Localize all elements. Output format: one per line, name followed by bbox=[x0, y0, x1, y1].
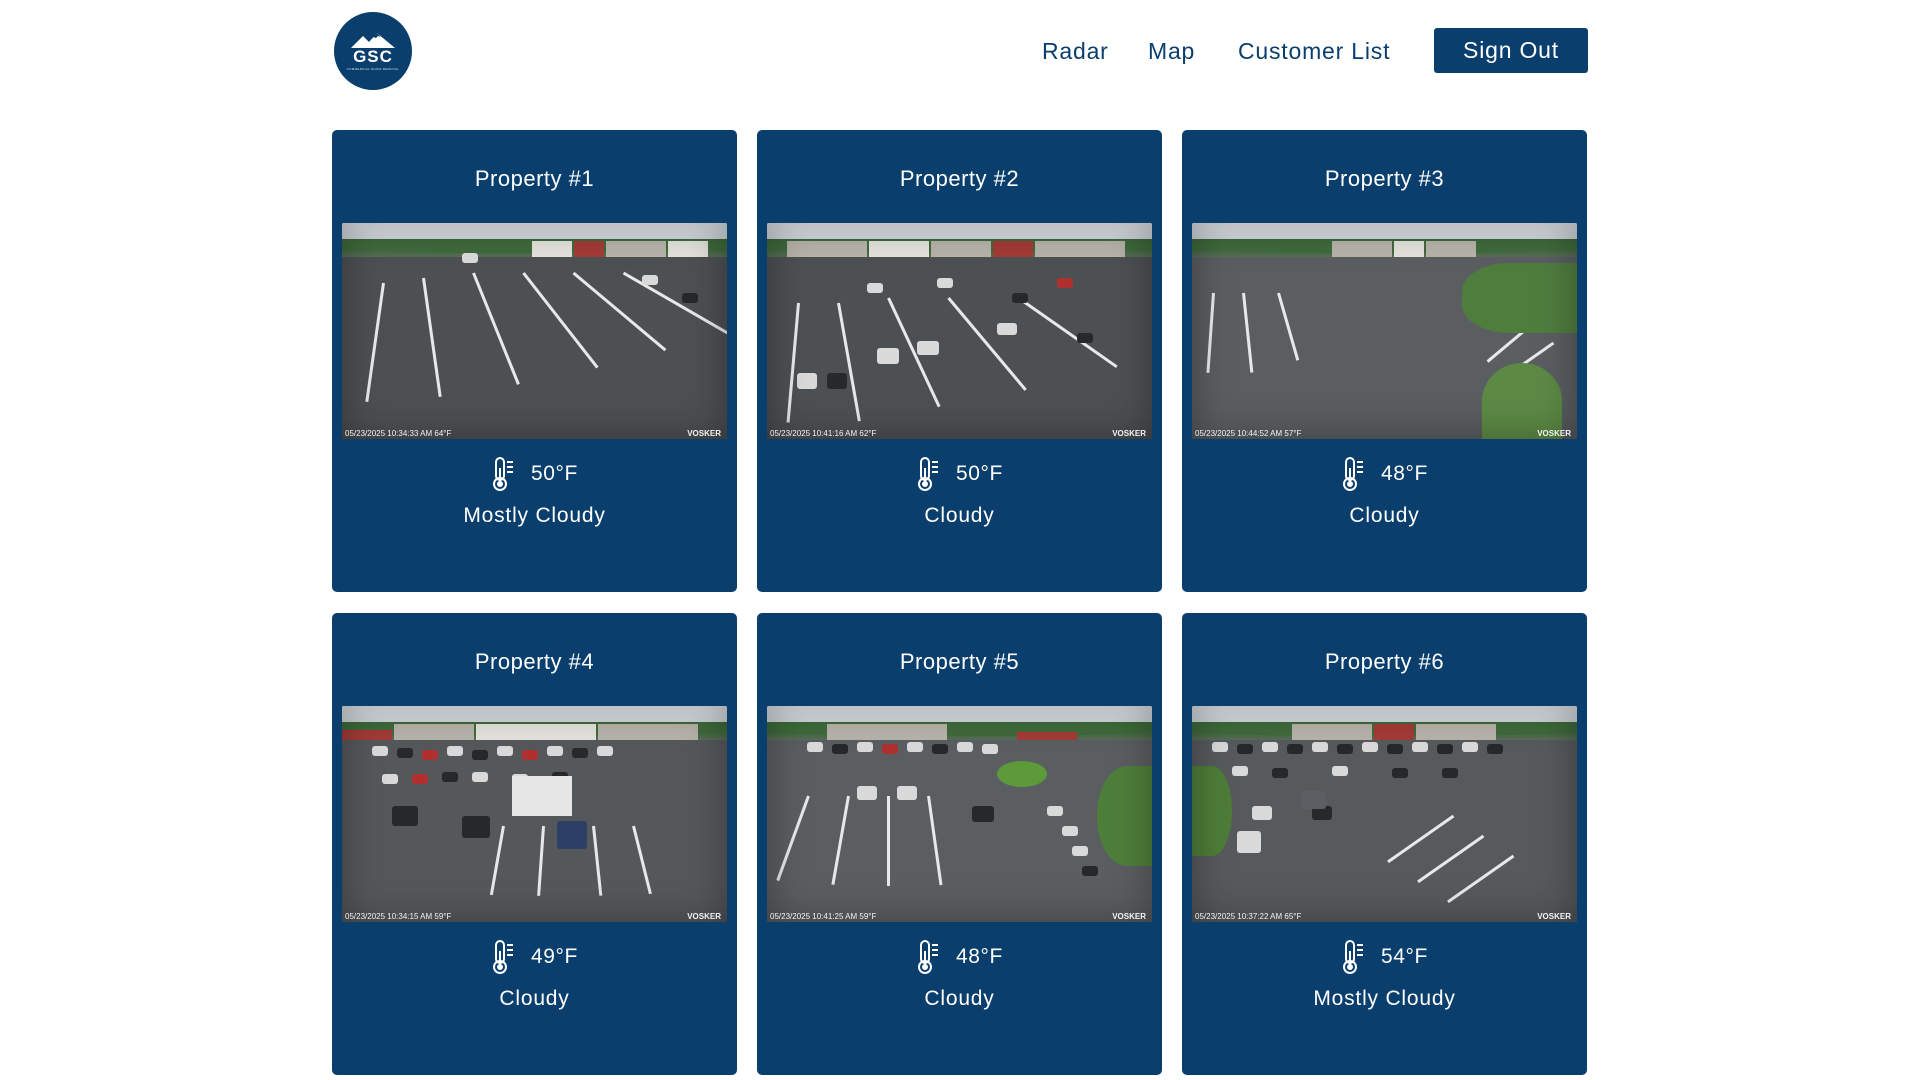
property-title: Property #2 bbox=[899, 166, 1020, 191]
camera-brand: VOSKER bbox=[1112, 429, 1146, 438]
camera-timestamp: 05/23/2025 10:41:16 AM 62°F bbox=[770, 429, 877, 438]
thermometer-icon bbox=[918, 457, 938, 491]
temperature-row: 48°F bbox=[1182, 456, 1587, 492]
camera-brand: VOSKER bbox=[1112, 912, 1146, 921]
weather-condition: Cloudy bbox=[924, 504, 995, 527]
camera-timestamp: 05/23/2025 10:44:52 AM 57°F bbox=[1195, 429, 1302, 438]
weather-condition: Mostly Cloudy bbox=[1313, 987, 1456, 1010]
temperature-value: 48°F bbox=[956, 945, 1003, 968]
thermometer-icon bbox=[918, 940, 938, 974]
property-camera-image[interactable]: 05/23/2025 10:37:22 AM 65°F VOSKER bbox=[1192, 706, 1577, 922]
property-card[interactable]: Property #2 05/23/2025 10:41:16 AM 62°F … bbox=[757, 130, 1162, 592]
weather-condition: Cloudy bbox=[924, 987, 995, 1010]
temperature-value: 48°F bbox=[1381, 462, 1428, 485]
property-camera-image[interactable]: 05/23/2025 10:34:33 AM 64°F VOSKER bbox=[342, 223, 727, 439]
temperature-row: 50°F bbox=[757, 456, 1162, 492]
property-camera-image[interactable]: 05/23/2025 10:41:16 AM 62°F VOSKER bbox=[767, 223, 1152, 439]
thermometer-icon bbox=[493, 457, 513, 491]
thermometer-icon bbox=[493, 940, 513, 974]
property-title: Property #1 bbox=[474, 166, 595, 191]
temperature-row: 54°F bbox=[1182, 939, 1587, 975]
property-grid: Property #1 05/23/2025 10:34:33 AM 64°F … bbox=[0, 0, 1920, 1080]
temperature-value: 50°F bbox=[531, 462, 578, 485]
property-title: Property #6 bbox=[1324, 649, 1445, 674]
camera-timestamp: 05/23/2025 10:37:22 AM 65°F bbox=[1195, 912, 1302, 921]
property-title: Property #4 bbox=[474, 649, 595, 674]
thermometer-icon bbox=[1343, 940, 1363, 974]
weather-condition: Cloudy bbox=[1349, 504, 1420, 527]
temperature-row: 49°F bbox=[332, 939, 737, 975]
camera-brand: VOSKER bbox=[1537, 912, 1571, 921]
weather-condition: Mostly Cloudy bbox=[463, 504, 606, 527]
property-camera-image[interactable]: 05/23/2025 10:34:15 AM 59°F VOSKER bbox=[342, 706, 727, 922]
property-card[interactable]: Property #6 05/23/2025 10:37:22 AM 65°F … bbox=[1182, 613, 1587, 1075]
property-title: Property #5 bbox=[899, 649, 1020, 674]
property-title: Property #3 bbox=[1324, 166, 1445, 191]
camera-timestamp: 05/23/2025 10:41:25 AM 59°F bbox=[770, 912, 877, 921]
property-card[interactable]: Property #3 05/23/2025 10:44:52 AM 57°F … bbox=[1182, 130, 1587, 592]
temperature-row: 48°F bbox=[757, 939, 1162, 975]
camera-brand: VOSKER bbox=[1537, 429, 1571, 438]
camera-brand: VOSKER bbox=[687, 429, 721, 438]
weather-condition: Cloudy bbox=[499, 987, 570, 1010]
property-card[interactable]: Property #1 05/23/2025 10:34:33 AM 64°F … bbox=[332, 130, 737, 592]
temperature-row: 50°F bbox=[332, 456, 737, 492]
property-card[interactable]: Property #5 05/23/2025 10:41:25 AM 59°F … bbox=[757, 613, 1162, 1075]
temperature-value: 54°F bbox=[1381, 945, 1428, 968]
property-camera-image[interactable]: 05/23/2025 10:41:25 AM 59°F VOSKER bbox=[767, 706, 1152, 922]
property-camera-image[interactable]: 05/23/2025 10:44:52 AM 57°F VOSKER bbox=[1192, 223, 1577, 439]
temperature-value: 49°F bbox=[531, 945, 578, 968]
property-card[interactable]: Property #4 05/23/2025 10:34:15 AM 59°F … bbox=[332, 613, 737, 1075]
camera-brand: VOSKER bbox=[687, 912, 721, 921]
temperature-value: 50°F bbox=[956, 462, 1003, 485]
camera-timestamp: 05/23/2025 10:34:15 AM 59°F bbox=[345, 912, 452, 921]
thermometer-icon bbox=[1343, 457, 1363, 491]
camera-timestamp: 05/23/2025 10:34:33 AM 64°F bbox=[345, 429, 452, 438]
